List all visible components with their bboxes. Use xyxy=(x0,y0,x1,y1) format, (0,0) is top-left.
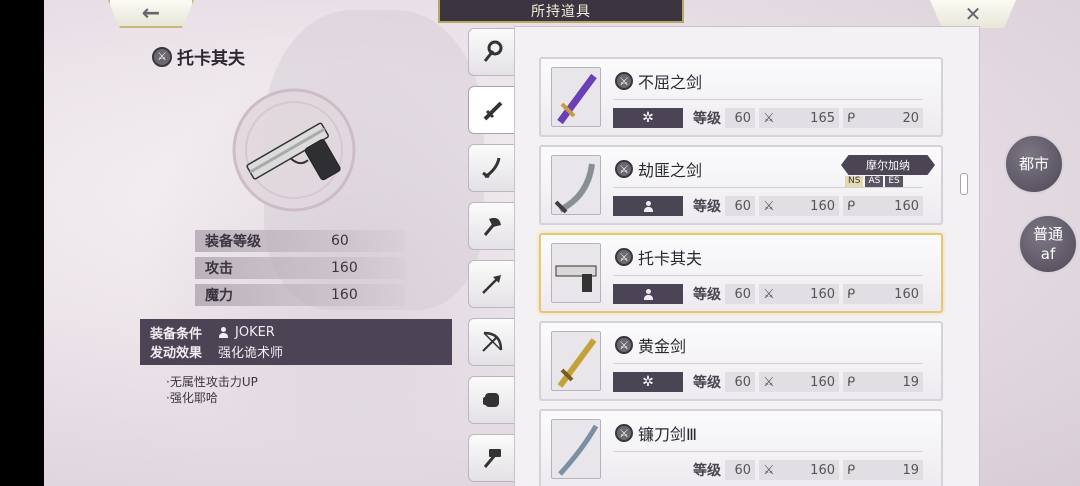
list-item[interactable]: ⚔ 镰刀剑Ⅲ 等级 60 ⚔ 160 ᑭ 19 xyxy=(539,409,943,486)
region-codes: NS AS ES xyxy=(845,176,903,187)
region-tag: 摩尔加纳 xyxy=(841,155,935,175)
tab-sword[interactable] xyxy=(468,86,518,134)
attack-icon: ⚔ xyxy=(763,110,775,126)
equip-badge-icon: ⚔ xyxy=(615,160,633,178)
mode-button[interactable]: 普通 af xyxy=(1018,214,1078,274)
tab-fist[interactable] xyxy=(468,376,514,424)
stat-row-attack: 攻击 160 xyxy=(195,257,405,279)
star-restriction-icon: ✲ xyxy=(613,372,683,392)
magic-icon: ᑭ xyxy=(847,110,856,126)
detail-name-text: 托卡其夫 xyxy=(177,49,245,69)
person-restriction xyxy=(613,284,683,304)
tab-bow[interactable] xyxy=(468,318,514,366)
saber-icon xyxy=(481,157,500,179)
restriction xyxy=(613,460,683,480)
attack-icon: ⚔ xyxy=(763,462,775,478)
attack-icon: ⚔ xyxy=(763,198,775,214)
axe-icon xyxy=(483,217,501,236)
list-item-selected[interactable]: ⚔ 托卡其夫 等级 60 ⚔ 160 ᑭ 160 xyxy=(539,233,943,313)
list-item[interactable]: ⚔ 黄金剑 ✲ 等级 60 ⚔ 160 ᑭ 19 xyxy=(539,321,943,401)
person-restriction xyxy=(613,196,683,216)
person-icon xyxy=(218,327,229,338)
weapon-thumbnail xyxy=(551,67,601,127)
equip-badge-icon: ⚔ xyxy=(615,424,633,442)
attack-icon: ⚔ xyxy=(763,286,775,302)
equip-badge-icon: ⚔ xyxy=(615,336,633,354)
scythe-sword-icon xyxy=(558,424,599,476)
weapon-type-tabs xyxy=(468,28,518,486)
tab-hammer[interactable] xyxy=(468,434,514,482)
magic-icon: ᑭ xyxy=(847,462,856,478)
hammer-icon xyxy=(483,449,501,468)
magic-icon: ᑭ xyxy=(847,198,856,214)
sword-icon xyxy=(483,101,502,121)
purple-sword-icon xyxy=(557,73,597,125)
spear-icon xyxy=(481,275,501,294)
back-arrow-icon: ← xyxy=(141,0,161,26)
person-icon xyxy=(643,200,654,212)
close-button[interactable]: ✕ xyxy=(930,0,1016,28)
staff-icon xyxy=(483,40,502,62)
scroll-thumb[interactable] xyxy=(960,173,968,195)
tab-staff[interactable] xyxy=(468,28,514,76)
bow-icon xyxy=(481,331,502,352)
gold-sword-icon xyxy=(557,338,597,388)
city-button[interactable]: 都市 xyxy=(1004,134,1064,194)
magic-icon: ᑭ xyxy=(847,286,856,302)
weapon-thumbnail xyxy=(551,419,601,479)
detail-stats: 装备等级 60 攻击 160 魔力 160 xyxy=(195,230,405,311)
tab-saber[interactable] xyxy=(468,144,514,192)
list-item[interactable]: ⚔ 不屈之剑 ✲ 等级 60 ⚔ 165 ᑭ 20 xyxy=(539,57,943,137)
equip-badge-icon: ⚔ xyxy=(615,248,633,266)
condition-panel: 装备条件 JOKER 发动效果 强化诡术师 xyxy=(140,319,452,365)
magic-icon: ᑭ xyxy=(847,374,856,390)
weapon-thumbnail xyxy=(551,243,601,303)
equip-badge-icon: ⚔ xyxy=(152,46,172,67)
pistol-emblem-icon xyxy=(232,88,356,212)
back-button[interactable]: ← xyxy=(108,0,194,28)
list-scrollbar[interactable] xyxy=(960,45,968,465)
stat-row-magic: 魔力 160 xyxy=(195,284,405,306)
tab-axe[interactable] xyxy=(468,202,514,250)
star-restriction-icon: ✲ xyxy=(613,108,683,128)
attack-icon: ⚔ xyxy=(763,374,775,390)
list-item[interactable]: ⚔ 劫匪之剑 摩尔加纳 NS AS ES 等级 60 ⚔ 160 ᑭ 160 xyxy=(539,145,943,225)
effect-list: ·无属性攻击力UP ·强化耶哈 xyxy=(166,375,258,405)
equip-badge-icon: ⚔ xyxy=(615,72,633,90)
weapon-thumbnail xyxy=(551,155,601,215)
tab-spear[interactable] xyxy=(468,260,514,308)
close-icon: ✕ xyxy=(964,2,982,26)
weapon-thumbnail xyxy=(551,331,601,391)
pistol-icon xyxy=(555,265,597,292)
item-list-panel[interactable]: ⚔ 不屈之剑 ✲ 等级 60 ⚔ 165 ᑭ 20 ⚔ 劫匪之剑 摩尔加纳 NS AS … xyxy=(514,26,980,486)
page-title: 所持道具 xyxy=(438,0,684,23)
scimitar-icon xyxy=(554,163,595,214)
person-icon xyxy=(643,288,654,300)
detail-item-name: ⚔ 托卡其夫 xyxy=(152,44,245,69)
fist-icon xyxy=(482,393,499,407)
stat-row-level: 装备等级 60 xyxy=(195,230,405,252)
